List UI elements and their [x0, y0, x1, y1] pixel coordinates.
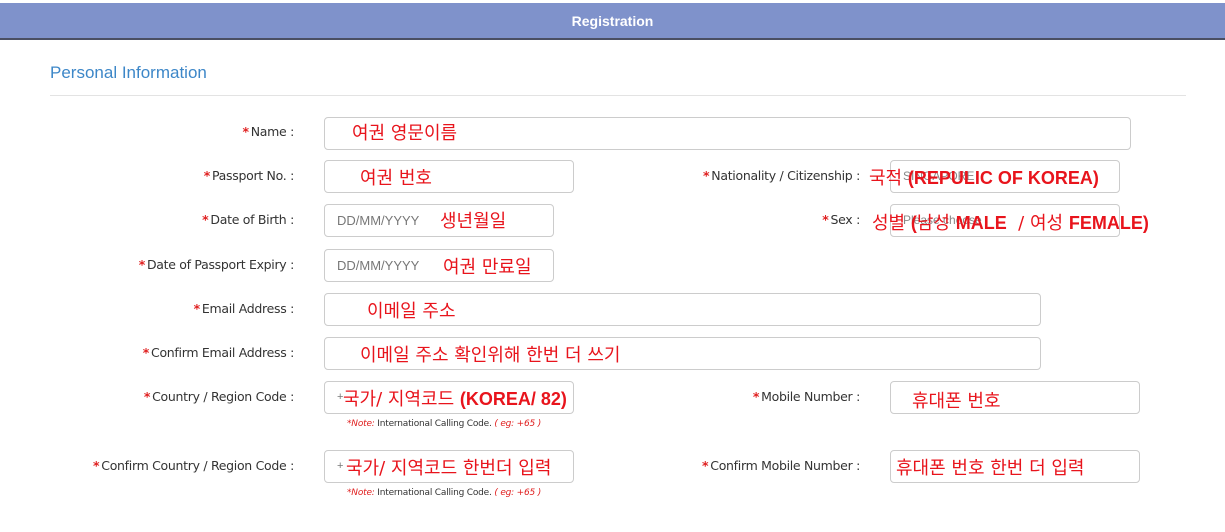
confirm-email-label: * Confirm Email Address : [142, 345, 295, 360]
mobile-annotation: 휴대폰 번호 [912, 391, 1001, 412]
required-marker: * [193, 301, 201, 316]
calling-code-note: *Note: International Calling Code. ( eg:… [347, 488, 542, 498]
email-label: * Email Address : [193, 301, 295, 316]
nationality-annotation: 국적 (REPULIC OF KOREA) [869, 168, 1099, 189]
section-divider [50, 95, 1186, 96]
country-code-label: * Country / Region Code : [143, 389, 294, 404]
required-marker: * [93, 458, 100, 473]
confirm-mobile-annotation: 휴대폰 번호 한번 더 입력 [896, 458, 1085, 479]
required-marker: * [703, 168, 710, 183]
required-marker: * [142, 345, 150, 360]
name-annotation: 여권 영문이름 [352, 123, 458, 144]
name-label: * Name : [242, 124, 294, 139]
required-marker: * [752, 389, 760, 404]
required-marker: * [702, 458, 709, 473]
confirm-country-code-label: * Confirm Country / Region Code : [93, 458, 294, 473]
plus-prefix: + [337, 460, 344, 472]
dob-label: * Date of Birth : [202, 212, 294, 227]
section-title: Personal Information [50, 63, 207, 82]
mobile-label: * Mobile Number : [752, 389, 860, 404]
passport-expiry-label: * Date of Passport Expiry : [138, 257, 295, 272]
passport-expiry-placeholder: DD/MM/YYYY [337, 258, 420, 273]
required-marker: * [822, 212, 829, 227]
dob-placeholder: DD/MM/YYYY [337, 213, 420, 228]
required-marker: * [202, 212, 209, 227]
passport-no-label: * Passport No. : [203, 168, 295, 183]
sex-label: * Sex : [822, 212, 860, 227]
required-marker: * [203, 168, 211, 183]
calling-code-note: *Note: International Calling Code. ( eg:… [347, 419, 542, 429]
dob-annotation: 생년월일 [440, 211, 507, 232]
nationality-label: * Nationality / Citizenship : [703, 168, 860, 183]
passport-no-annotation: 여권 번호 [360, 168, 432, 189]
dob-input[interactable]: DD/MM/YYYY [324, 204, 554, 237]
required-marker: * [242, 124, 249, 139]
registration-header: Registration [0, 3, 1225, 40]
confirm-country-code-annotation: 국가/ 지역코드 한번더 입력 [346, 458, 552, 479]
sex-annotation: 성별 (남성 MALE / 여성 FEMALE) [872, 213, 1149, 234]
confirm-mobile-label: * Confirm Mobile Number : [702, 458, 860, 473]
required-marker: * [138, 257, 146, 272]
passport-expiry-annotation: 여권 만료일 [443, 257, 532, 278]
email-annotation: 이메일 주소 [367, 301, 456, 322]
confirm-email-annotation: 이메일 주소 확인위해 한번 더 쓰기 [360, 345, 621, 366]
required-marker: * [143, 389, 151, 404]
header-title: Registration [571, 12, 654, 29]
country-code-annotation: 국가/ 지역코드 (KOREA/ 82) [343, 389, 567, 410]
